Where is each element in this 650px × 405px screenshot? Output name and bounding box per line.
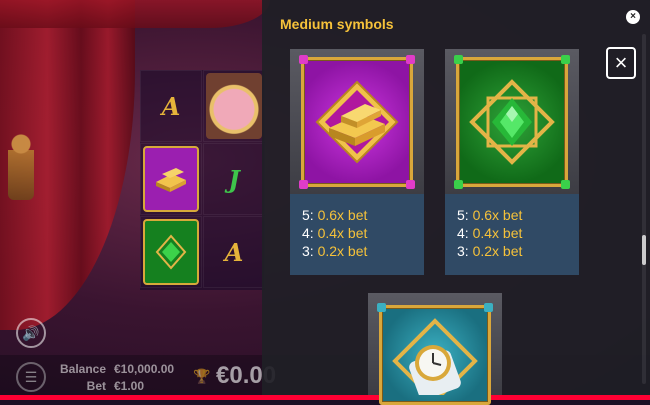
payout-count: 5: — [457, 207, 469, 223]
reel-grid: A J A — [140, 70, 265, 290]
payout-row: 4: 0.4x bet — [302, 224, 424, 242]
gold-bars-frame — [299, 54, 415, 189]
bet-value: €1.00 — [114, 379, 145, 393]
reel-symbol-a: A — [140, 70, 202, 142]
symbol-card-gold-bars: 5: 0.6x bet 4: 0.4x bet 3: 0.2x bet — [290, 49, 424, 275]
curtain-valance — [0, 0, 270, 28]
symbol-card-wristwatch — [368, 293, 502, 405]
symbol-card-image — [445, 49, 579, 194]
corner-close-button[interactable]: × — [626, 10, 640, 24]
bottom-red-strip — [0, 395, 650, 400]
balance-label: Balance — [60, 362, 107, 376]
payout-row: 5: 0.6x bet — [302, 206, 424, 224]
payout-count: 5: — [302, 207, 314, 223]
reel-symbol-a2: A — [203, 216, 265, 288]
corner-gem-icon — [406, 54, 415, 64]
payout-multiplier: 0.4x bet — [472, 225, 523, 241]
corner-gem-icon — [299, 179, 308, 189]
section-title: Medium symbols — [280, 16, 394, 32]
speaker-icon: 🔊 — [22, 324, 40, 341]
scrollbar-thumb[interactable] — [642, 235, 646, 265]
payout-row: 3: 0.2x bet — [302, 242, 424, 260]
payout-multiplier: 0.2x bet — [472, 243, 523, 259]
payout-count: 3: — [457, 243, 469, 259]
payout-multiplier: 0.6x bet — [317, 207, 368, 223]
payout-list: 5: 0.6x bet 4: 0.4x bet 3: 0.2x bet — [445, 194, 579, 275]
reel-symbol-gold — [140, 143, 202, 215]
corner-gem-icon — [454, 179, 463, 189]
payout-count: 4: — [302, 225, 314, 241]
trophy-icon: 🏆 — [193, 368, 211, 384]
curtain-tassel — [8, 130, 34, 200]
bet-row: Bet €1.00 — [60, 379, 144, 393]
reel-symbol-j: J — [203, 143, 265, 215]
gold-bars-icon — [143, 146, 199, 212]
paytable-panel: Medium symbols × × 5: 0.6x bet 4: 0.4x b… — [262, 0, 650, 405]
sound-button[interactable]: 🔊 — [16, 318, 46, 348]
payout-multiplier: 0.4x bet — [317, 225, 368, 241]
bet-label: Bet — [86, 379, 106, 393]
payout-list: 5: 0.6x bet 4: 0.4x bet 3: 0.2x bet — [290, 194, 424, 275]
payout-multiplier: 0.2x bet — [317, 243, 368, 259]
corner-gem-icon — [484, 303, 493, 312]
corner-gem-icon — [406, 179, 415, 189]
reel-symbol-emerald — [140, 216, 202, 288]
balance-row: Balance €10,000.00 — [60, 362, 174, 376]
corner-gem-icon — [299, 54, 308, 64]
emerald-icon — [143, 219, 199, 285]
payout-row: 3: 0.2x bet — [457, 242, 579, 260]
balance-value: €10,000.00 — [114, 362, 175, 376]
gold-bars-icon — [315, 80, 399, 163]
payout-row: 5: 0.6x bet — [457, 206, 579, 224]
scrollbar-track[interactable] — [642, 34, 646, 384]
reel-symbol-pig — [203, 70, 265, 142]
close-x-icon: × — [614, 50, 628, 75]
pig-icon — [206, 73, 262, 139]
emerald-frame — [454, 54, 570, 189]
emerald-icon — [469, 78, 555, 165]
wristwatch-frame — [377, 303, 493, 405]
payout-multiplier: 0.6x bet — [472, 207, 523, 223]
corner-gem-icon — [561, 54, 570, 64]
payout-row: 4: 0.4x bet — [457, 224, 579, 242]
payout-count: 4: — [457, 225, 469, 241]
symbol-card-emerald: 5: 0.6x bet 4: 0.4x bet 3: 0.2x bet — [445, 49, 579, 275]
payout-count: 3: — [302, 243, 314, 259]
close-icon: × — [630, 11, 636, 22]
wristwatch-icon — [392, 318, 478, 395]
corner-gem-icon — [561, 179, 570, 189]
symbol-card-image — [368, 293, 502, 405]
corner-gem-icon — [377, 303, 386, 312]
symbol-card-image — [290, 49, 424, 194]
paytable-close-button[interactable]: × — [606, 47, 636, 79]
corner-gem-icon — [454, 54, 463, 64]
